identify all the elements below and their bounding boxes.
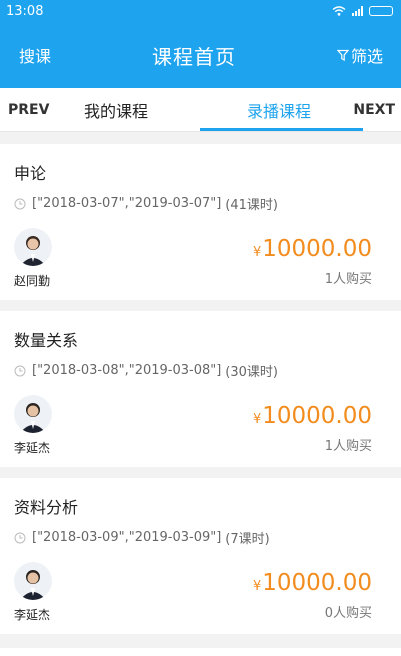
signal-icon: [352, 6, 363, 16]
course-name: 数量关系: [14, 331, 79, 350]
course-date-range: ["2018-03-09","2019-03-09"]: [32, 530, 222, 545]
next-button[interactable]: NEXT: [353, 102, 395, 118]
course-date-range: ["2018-03-08","2019-03-08"]: [32, 363, 222, 378]
filter-label: 筛选: [350, 47, 383, 66]
app-bar: 搜课 课程首页 筛选: [0, 22, 401, 88]
price-currency: ¥: [252, 579, 262, 594]
course-dates: ["2018-03-07","2019-03-07"] (41课时): [14, 194, 278, 213]
prev-button[interactable]: PREV: [8, 102, 49, 118]
clock-icon: [14, 365, 26, 376]
filter-icon: [336, 49, 349, 61]
tab-bar: PREV 我的课程 录播课程 NEXT: [0, 88, 401, 132]
status-bar: 13:08: [0, 0, 401, 22]
course-dates: ["2018-03-09","2019-03-09"] (7课时): [14, 528, 270, 547]
header: 13:08 搜课 课程首页 筛选: [0, 0, 401, 88]
price-amount: 10000.00: [262, 570, 372, 596]
status-icons: [332, 6, 393, 16]
course-hours: (30课时): [225, 365, 278, 380]
teacher-avatar: [14, 228, 52, 266]
course-name: 资料分析: [14, 498, 79, 517]
price-amount: 10000.00: [262, 403, 372, 429]
buyer-count: 1人购买: [324, 439, 372, 454]
course-price: ¥ 10000.00: [253, 236, 372, 262]
price-amount: 10000.00: [262, 236, 372, 262]
buyer-count: 0人购买: [324, 606, 372, 621]
wifi-icon: [332, 6, 346, 16]
tab-recorded-courses[interactable]: 录播课程: [247, 98, 311, 122]
active-tab-indicator: [200, 128, 363, 131]
course-card[interactable]: 资料分析 ["2018-03-09","2019-03-09"] (7课时) 李…: [0, 478, 401, 634]
clock-icon: [14, 532, 26, 543]
search-button[interactable]: 搜课: [19, 43, 51, 67]
course-price: ¥ 10000.00: [253, 570, 372, 596]
status-time: 13:08: [6, 3, 44, 19]
course-dates: ["2018-03-08","2019-03-08"] (30课时): [14, 361, 278, 380]
course-hours: (41课时): [225, 198, 278, 213]
course-card[interactable]: 数量关系 ["2018-03-08","2019-03-08"] (30课时) …: [0, 311, 401, 467]
buyer-count: 1人购买: [324, 272, 372, 287]
course-name: 申论: [14, 164, 47, 183]
teacher-avatar: [14, 562, 52, 600]
course-price: ¥ 10000.00: [253, 403, 372, 429]
clock-icon: [14, 198, 26, 209]
teacher-name: 李延杰: [14, 441, 51, 455]
teacher-name: 赵同勤: [14, 274, 51, 288]
battery-icon: [369, 6, 393, 16]
tab-my-courses[interactable]: 我的课程: [84, 98, 148, 122]
course-date-range: ["2018-03-07","2019-03-07"]: [32, 196, 222, 211]
course-card[interactable]: 申论 ["2018-03-07","2019-03-07"] (41课时) 赵同…: [0, 144, 401, 300]
filter-button[interactable]: 筛选: [336, 43, 383, 67]
price-currency: ¥: [252, 412, 262, 427]
course-hours: (7课时): [225, 532, 270, 547]
price-currency: ¥: [252, 245, 262, 260]
page-title: 课程首页: [152, 44, 236, 69]
next-course-card-peek: [0, 648, 401, 656]
teacher-avatar: [14, 395, 52, 433]
teacher-name: 李延杰: [14, 608, 51, 622]
